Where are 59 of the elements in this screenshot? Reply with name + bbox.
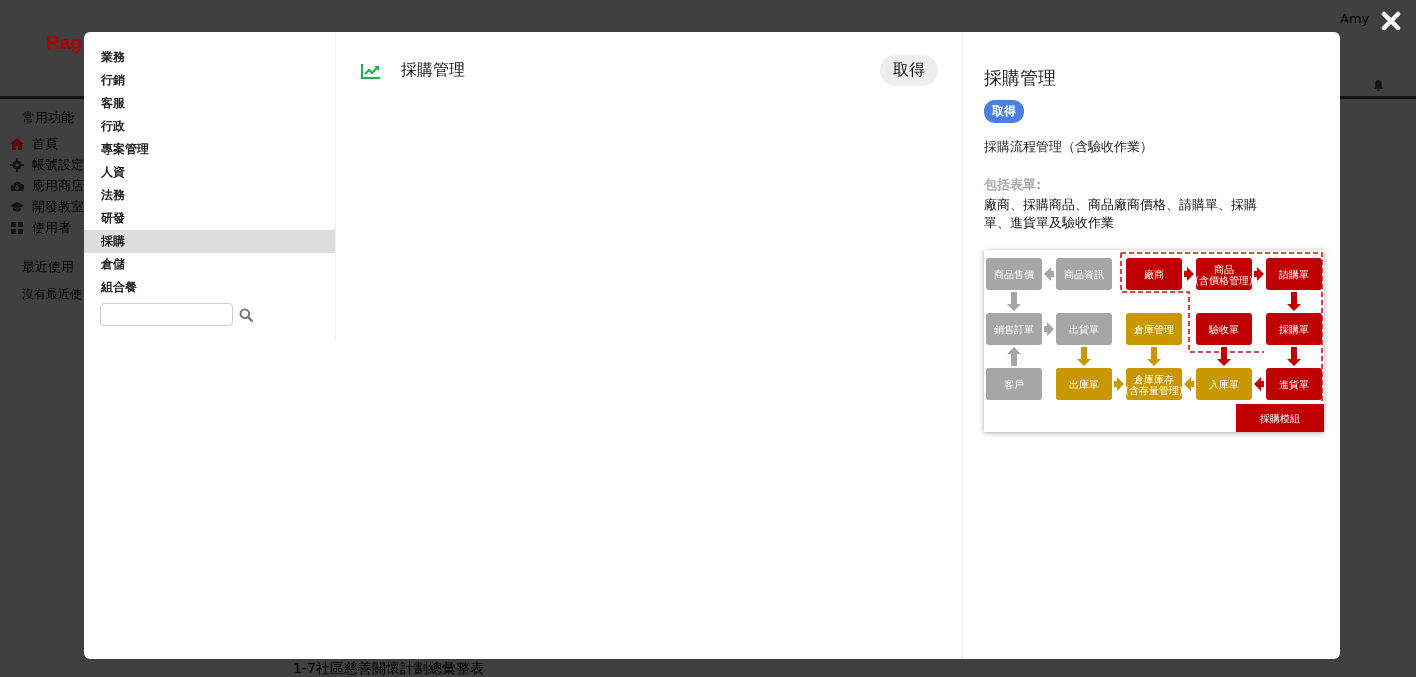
- flow-node: 廠商: [1126, 258, 1182, 290]
- flow-node: 驗收單: [1196, 313, 1252, 345]
- search-icon[interactable]: [239, 307, 253, 322]
- category-item[interactable]: 人資: [84, 161, 336, 184]
- flow-arrow: [1184, 377, 1194, 391]
- close-icon[interactable]: [1381, 11, 1401, 31]
- flow-arrow: [1184, 267, 1194, 281]
- empty-message: 沒有最近使: [22, 286, 82, 303]
- flow-node: 進貨單: [1266, 368, 1322, 400]
- flow-node: 入庫單: [1196, 368, 1252, 400]
- flow-arrow: [1254, 267, 1264, 281]
- category-item[interactable]: 專案管理: [84, 138, 336, 161]
- category-item[interactable]: 行銷: [84, 69, 336, 92]
- app-description: 採購流程管理（含驗收作業）: [984, 138, 1154, 156]
- flow-arrow: [1007, 347, 1021, 366]
- forms-label: 包括表單:: [984, 176, 1043, 194]
- flow-arrow: [1217, 347, 1231, 366]
- flow-node: 出貨單: [1056, 313, 1112, 345]
- flow-arrow: [1114, 377, 1124, 391]
- chart-icon: [361, 62, 382, 79]
- section-title: 最近使用: [22, 258, 74, 276]
- flow-node: 客戶: [986, 368, 1042, 400]
- home-icon: [10, 136, 24, 151]
- flow-node: 商品售價: [986, 258, 1042, 290]
- flow-node: 銷售訂單: [986, 313, 1042, 345]
- flow-node: 出庫單: [1056, 368, 1112, 400]
- flow-arrow: [1044, 267, 1054, 281]
- category-item[interactable]: 採購: [84, 230, 336, 253]
- app-title: 採購管理: [984, 66, 1057, 90]
- search-field[interactable]: [100, 303, 233, 326]
- flow-node: 倉庫管理: [1126, 313, 1182, 345]
- forms-list: 廠商、採購商品、商品廠商價格、請購單、採購單、進貨單及驗收作業: [984, 196, 1269, 232]
- module-label: 採購模組: [1236, 404, 1324, 432]
- flow-node: 商品資訊: [1056, 258, 1112, 290]
- category-item[interactable]: 業務: [84, 46, 336, 69]
- category-item[interactable]: 法務: [84, 184, 336, 207]
- flow-arrow: [1007, 292, 1021, 311]
- category-item[interactable]: 研發: [84, 207, 336, 230]
- flow-arrow: [1044, 322, 1054, 336]
- flow-arrow: [1077, 347, 1091, 366]
- flow-node: 倉庫庫存 (含存量管理): [1125, 368, 1183, 400]
- get-button[interactable]: 取得: [984, 100, 1024, 123]
- flow-node: 請購單: [1266, 258, 1322, 290]
- flow-arrow: [1287, 347, 1301, 366]
- section-title: 常用功能: [22, 109, 74, 127]
- graduation-icon: [10, 199, 24, 214]
- category-item[interactable]: 倉儲: [84, 253, 336, 276]
- settings-icon: [10, 157, 24, 172]
- category-item[interactable]: 組合餐: [84, 276, 336, 299]
- grid-icon: [10, 220, 24, 235]
- get-button[interactable]: 取得: [880, 55, 938, 86]
- flow-arrow: [1287, 292, 1301, 311]
- category-item[interactable]: 客服: [84, 92, 336, 115]
- app-name: 採購管理: [401, 60, 467, 81]
- category-item[interactable]: 行政: [84, 115, 336, 138]
- flow-node: 採購單: [1266, 313, 1322, 345]
- flow-node: 商品 (含價格管理): [1195, 258, 1253, 290]
- flow-arrow: [1147, 347, 1161, 366]
- flow-arrow: [1254, 377, 1264, 391]
